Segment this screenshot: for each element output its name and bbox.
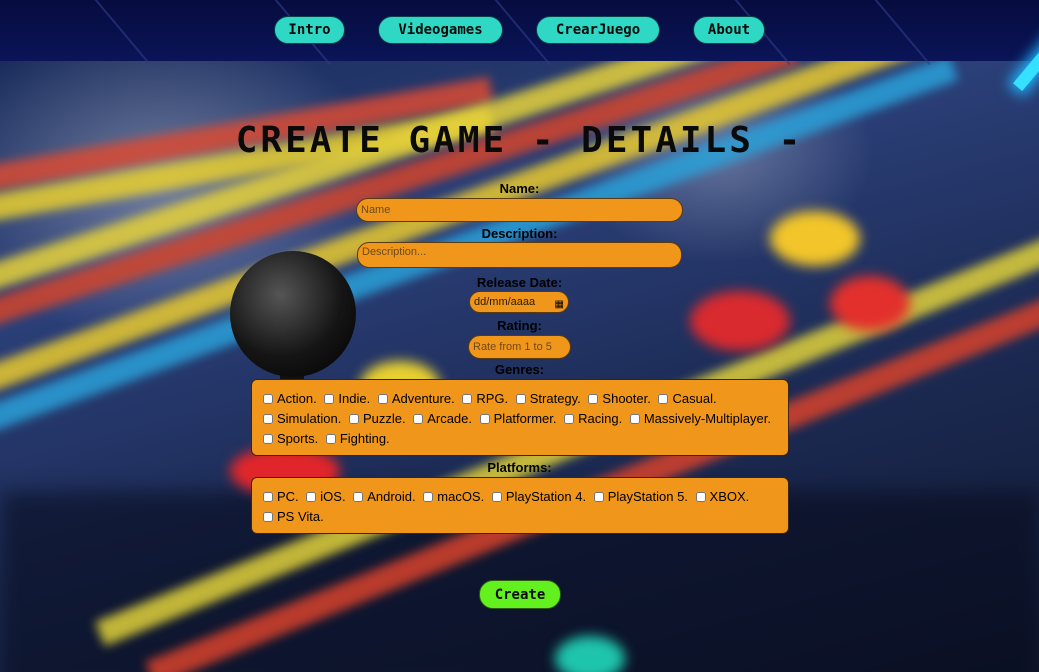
nav-videogames-button[interactable]: Videogames xyxy=(378,16,503,44)
rating-input[interactable] xyxy=(468,335,571,359)
platforms-checkbox-group: PC. iOS. Android. macOS. PlayStation 4. … xyxy=(251,477,789,534)
genre-checkbox[interactable] xyxy=(325,434,336,444)
name-input[interactable] xyxy=(356,198,683,222)
genre-option[interactable]: Casual. xyxy=(655,389,717,409)
platforms-label: Platforms: xyxy=(487,460,552,475)
genre-checkbox[interactable] xyxy=(588,394,599,404)
genre-option[interactable]: Racing. xyxy=(561,409,622,429)
genre-option[interactable]: Platformer. xyxy=(477,409,557,429)
release-date-label: Release Date: xyxy=(476,275,563,290)
platform-option[interactable]: Android. xyxy=(350,487,416,507)
genre-checkbox[interactable] xyxy=(629,414,640,424)
genre-option[interactable]: Indie. xyxy=(321,389,370,409)
platform-option[interactable]: iOS. xyxy=(303,487,346,507)
name-label: Name: xyxy=(499,181,540,196)
platform-option-label: PlayStation 4. xyxy=(505,489,587,504)
genre-option[interactable]: RPG. xyxy=(459,389,508,409)
genres-checkbox-group: Action. Indie. Adventure. RPG. Strategy.… xyxy=(251,379,789,456)
calendar-icon[interactable]: ▦ xyxy=(555,295,564,315)
genre-option-label: Shooter. xyxy=(602,391,651,406)
nav-crearjuego-button[interactable]: CrearJuego xyxy=(536,16,660,44)
genre-option-label: Strategy. xyxy=(529,391,581,406)
genre-option-label: Simulation. xyxy=(277,411,342,426)
genre-option[interactable]: Puzzle. xyxy=(346,409,406,429)
platform-option[interactable]: macOS. xyxy=(420,487,484,507)
genre-option[interactable]: Sports. xyxy=(260,429,318,449)
genre-option-label: Platformer. xyxy=(493,411,557,426)
nav-intro-button[interactable]: Intro xyxy=(274,16,345,44)
genre-option[interactable]: Strategy. xyxy=(513,389,581,409)
platform-checkbox[interactable] xyxy=(695,492,706,502)
description-label: Description: xyxy=(481,226,558,241)
genre-checkbox[interactable] xyxy=(324,394,335,404)
page-title: CREATE GAME - DETAILS - xyxy=(235,120,804,161)
platform-option-label: PC. xyxy=(277,489,299,504)
genre-checkbox[interactable] xyxy=(413,414,424,424)
genre-option[interactable]: Adventure. xyxy=(375,389,455,409)
nav-about-button[interactable]: About xyxy=(693,16,765,44)
genre-checkbox[interactable] xyxy=(658,394,669,404)
genre-option[interactable]: Shooter. xyxy=(585,389,651,409)
platform-checkbox[interactable] xyxy=(263,512,273,522)
genre-option-label: Sports. xyxy=(277,431,319,446)
genre-option-label: Massively-Multiplayer. xyxy=(643,411,771,426)
release-date-input[interactable]: dd/mm/aaaa ▦ xyxy=(469,291,569,313)
platform-option[interactable]: XBOX. xyxy=(693,487,750,507)
genre-option-label: Indie. xyxy=(338,391,371,406)
description-textarea[interactable] xyxy=(357,242,682,268)
genre-checkbox[interactable] xyxy=(377,394,388,404)
platform-option-label: PS Vita. xyxy=(277,509,324,524)
platform-checkbox[interactable] xyxy=(593,492,604,502)
genre-option-label: Racing. xyxy=(578,411,623,426)
platform-option-label: XBOX. xyxy=(709,489,750,504)
genre-checkbox[interactable] xyxy=(515,394,526,404)
genre-option-label: Action. xyxy=(277,391,317,406)
genre-checkbox[interactable] xyxy=(564,414,575,424)
platform-checkbox[interactable] xyxy=(491,492,502,502)
genre-checkbox[interactable] xyxy=(462,394,473,404)
platform-option[interactable]: PlayStation 4. xyxy=(489,487,586,507)
genre-option-label: Casual. xyxy=(672,391,717,406)
genres-label: Genres: xyxy=(494,362,545,377)
platform-checkbox[interactable] xyxy=(263,492,273,502)
top-nav-bar: Intro Videogames CrearJuego About xyxy=(0,0,1039,91)
platform-option-label: PlayStation 5. xyxy=(607,489,688,504)
genre-option-label: RPG. xyxy=(476,391,509,406)
date-format-text: dd/mm/aaaa xyxy=(474,296,536,308)
genre-option[interactable]: Action. xyxy=(260,389,317,409)
genre-option[interactable]: Arcade. xyxy=(410,409,472,429)
genre-checkbox[interactable] xyxy=(348,414,359,424)
genre-option-label: Arcade. xyxy=(427,411,473,426)
platform-option-label: macOS. xyxy=(437,489,485,504)
platform-checkbox[interactable] xyxy=(306,492,317,502)
genre-checkbox[interactable] xyxy=(263,394,273,404)
platform-checkbox[interactable] xyxy=(423,492,434,502)
platform-option[interactable]: PC. xyxy=(260,487,299,507)
create-button[interactable]: Create xyxy=(479,580,561,609)
rating-label: Rating: xyxy=(497,318,542,333)
platform-option-label: iOS. xyxy=(320,489,346,504)
platform-checkbox[interactable] xyxy=(353,492,364,502)
genre-option-label: Fighting. xyxy=(339,431,390,446)
platform-option-label: Android. xyxy=(367,489,416,504)
genre-checkbox[interactable] xyxy=(479,414,490,424)
genre-option[interactable]: Fighting. xyxy=(323,429,390,449)
platform-option[interactable]: PS Vita. xyxy=(260,507,324,527)
genre-checkbox[interactable] xyxy=(263,434,273,444)
genre-option-label: Puzzle. xyxy=(362,411,406,426)
platform-option[interactable]: PlayStation 5. xyxy=(591,487,688,507)
genre-option-label: Adventure. xyxy=(391,391,455,406)
genre-option[interactable]: Massively-Multiplayer. xyxy=(627,409,771,429)
genre-checkbox[interactable] xyxy=(263,414,273,424)
genre-option[interactable]: Simulation. xyxy=(260,409,341,429)
